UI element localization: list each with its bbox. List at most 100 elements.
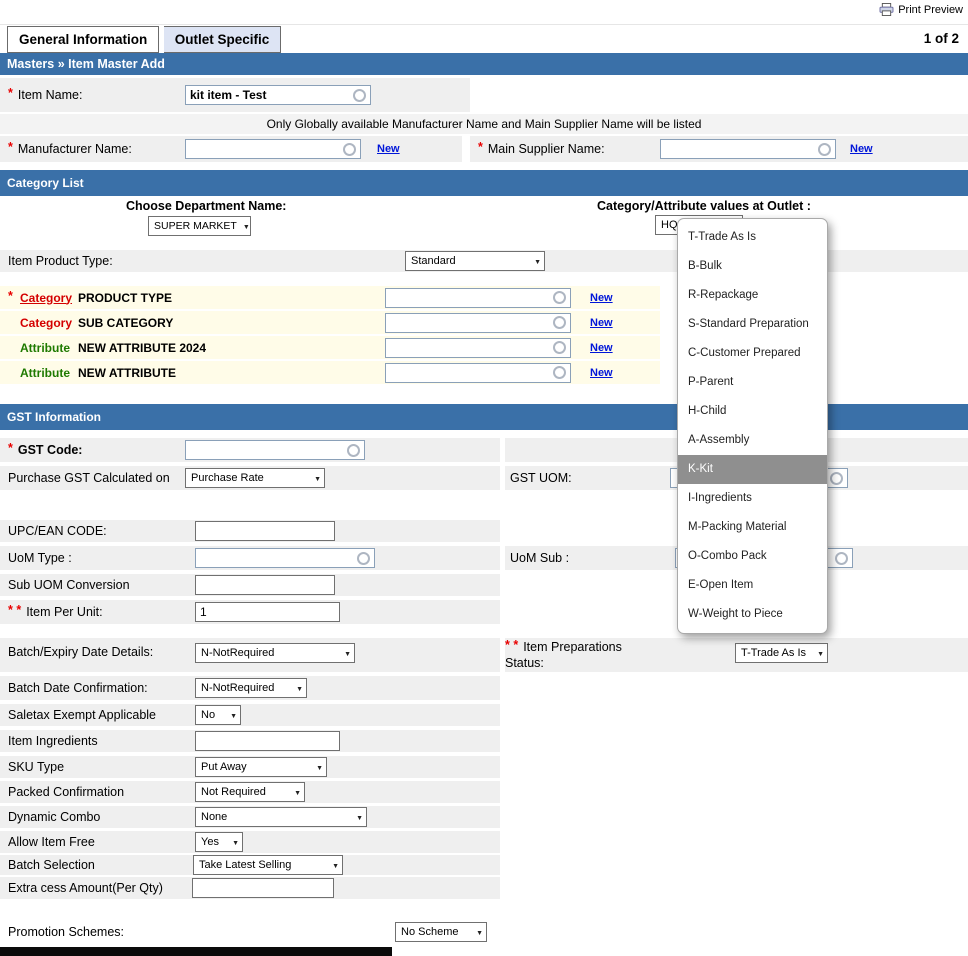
manufacturer-new-link[interactable]: New xyxy=(377,143,400,155)
purchase-gst-label: Purchase GST Calculated on xyxy=(8,471,170,485)
attribute-input[interactable] xyxy=(385,338,571,358)
upc-label: UPC/EAN CODE: xyxy=(8,524,107,538)
allow-item-free-select[interactable]: Yes xyxy=(195,832,243,852)
category-new-link[interactable]: New xyxy=(590,292,613,304)
lookup-icon[interactable] xyxy=(553,366,566,379)
batch-date-row: Batch Date Confirmation: N-NotRequired xyxy=(0,676,968,700)
chevron-down-icon xyxy=(230,709,237,721)
packed-confirmation-select[interactable]: Not Required xyxy=(195,782,305,802)
breadcrumb: Masters » Item Master Add xyxy=(0,53,968,75)
bottom-bar xyxy=(0,947,392,956)
lookup-icon[interactable] xyxy=(347,444,360,457)
item-prep-label: * *Item PreparationsStatus: xyxy=(505,639,730,671)
category-name: PRODUCT TYPE xyxy=(78,291,172,305)
extra-cess-row: Extra cess Amount(Per Qty) xyxy=(0,877,968,899)
dynamic-combo-row: Dynamic Combo None xyxy=(0,806,968,828)
promotion-schemes-select[interactable]: No Scheme xyxy=(395,922,487,942)
item-prep-label-line2: Status: xyxy=(505,656,544,670)
chevron-down-icon xyxy=(344,647,351,659)
sku-type-value: Put Away xyxy=(201,761,247,773)
dropdown-option[interactable]: S-Standard Preparation xyxy=(678,310,827,339)
dropdown-option[interactable]: W-Weight to Piece xyxy=(678,600,827,629)
dynamic-combo-value: None xyxy=(201,811,227,823)
manufacturer-label: * Manufacturer Name: xyxy=(8,142,132,156)
dropdown-option[interactable]: O-Combo Pack xyxy=(678,542,827,571)
tab-outlet-specific[interactable]: Outlet Specific xyxy=(164,26,282,53)
manufacturer-label-text: Manufacturer Name: xyxy=(18,142,132,156)
batch-selection-select[interactable]: Take Latest Selling xyxy=(193,855,343,875)
category-input[interactable] xyxy=(385,313,571,333)
attribute-new-link[interactable]: New xyxy=(590,342,613,354)
topbar: Print Preview xyxy=(0,0,968,25)
lookup-icon[interactable] xyxy=(343,143,356,156)
item-prep-select[interactable]: T-Trade As Is xyxy=(735,643,828,663)
required-marker: * xyxy=(8,140,13,154)
item-name-input[interactable]: kit item - Test xyxy=(185,85,371,105)
dropdown-option[interactable]: T-Trade As Is xyxy=(678,223,827,252)
chevron-down-icon xyxy=(232,836,239,848)
chevron-down-icon xyxy=(817,647,824,659)
promotion-schemes-value: No Scheme xyxy=(401,926,458,938)
lookup-icon[interactable] xyxy=(553,316,566,329)
upc-input[interactable] xyxy=(195,521,335,541)
item-ingredients-row: Item Ingredients xyxy=(0,730,968,752)
lookup-icon[interactable] xyxy=(553,341,566,354)
printer-icon xyxy=(879,3,894,16)
dropdown-option[interactable]: H-Child xyxy=(678,397,827,426)
uom-type-input[interactable] xyxy=(195,548,375,568)
attribute-kind: Attribute xyxy=(20,341,70,355)
gst-code-label-text: GST Code: xyxy=(18,443,83,457)
manufacturer-input[interactable] xyxy=(185,139,361,159)
allow-item-free-value: Yes xyxy=(201,836,219,848)
gst-code-input[interactable] xyxy=(185,440,365,460)
category-kind: Category xyxy=(20,291,72,305)
product-type-select[interactable]: Standard xyxy=(405,251,545,271)
item-ingredients-input[interactable] xyxy=(195,731,340,751)
dropdown-option[interactable]: M-Packing Material xyxy=(678,513,827,542)
item-per-unit-input[interactable]: 1 xyxy=(195,602,340,622)
chevron-down-icon xyxy=(332,859,339,871)
required-marker: * xyxy=(8,86,13,100)
tab-general-information[interactable]: General Information xyxy=(7,26,159,53)
lookup-icon[interactable] xyxy=(553,291,566,304)
sub-uom-input[interactable] xyxy=(195,575,335,595)
supplier-new-link[interactable]: New xyxy=(850,143,873,155)
department-select[interactable]: SUPER MARKET xyxy=(148,216,251,236)
required-marker: * xyxy=(8,441,13,455)
dropdown-option[interactable]: B-Bulk xyxy=(678,252,827,281)
product-type-label: Item Product Type: xyxy=(8,254,113,268)
lookup-icon[interactable] xyxy=(357,552,370,565)
attribute-new-link[interactable]: New xyxy=(590,367,613,379)
lookup-icon[interactable] xyxy=(818,143,831,156)
lookup-icon[interactable] xyxy=(830,472,843,485)
dropdown-option[interactable]: P-Parent xyxy=(678,368,827,397)
extra-cess-input[interactable] xyxy=(192,878,334,898)
lookup-icon[interactable] xyxy=(835,552,848,565)
print-preview-link[interactable]: Print Preview xyxy=(879,3,963,16)
batch-date-select[interactable]: N-NotRequired xyxy=(195,678,307,698)
dropdown-option[interactable]: I-Ingredients xyxy=(678,484,827,513)
item-name-label-text: Item Name: xyxy=(18,88,83,102)
supplier-input[interactable] xyxy=(660,139,836,159)
dropdown-option[interactable]: R-Repackage xyxy=(678,281,827,310)
department-value: SUPER MARKET xyxy=(154,220,237,232)
extra-cess-label: Extra cess Amount(Per Qty) xyxy=(8,881,163,895)
dropdown-option[interactable]: C-Customer Prepared xyxy=(678,339,827,368)
purchase-gst-select[interactable]: Purchase Rate xyxy=(185,468,325,488)
batch-expiry-row: Batch/Expiry Date Details: N-NotRequired… xyxy=(0,638,968,672)
dropdown-option[interactable]: E-Open Item xyxy=(678,571,827,600)
lookup-icon[interactable] xyxy=(353,89,366,102)
chevron-down-icon xyxy=(314,472,321,484)
category-name: SUB CATEGORY xyxy=(78,316,173,330)
category-new-link[interactable]: New xyxy=(590,317,613,329)
saletax-row: Saletax Exempt Applicable No xyxy=(0,704,968,726)
dynamic-combo-select[interactable]: None xyxy=(195,807,367,827)
attribute-input[interactable] xyxy=(385,363,571,383)
chevron-down-icon xyxy=(356,811,363,823)
sku-type-select[interactable]: Put Away xyxy=(195,757,327,777)
dropdown-option-highlighted[interactable]: K-Kit xyxy=(678,455,827,484)
dropdown-option[interactable]: A-Assembly xyxy=(678,426,827,455)
category-input[interactable] xyxy=(385,288,571,308)
batch-expiry-select[interactable]: N-NotRequired xyxy=(195,643,355,663)
saletax-select[interactable]: No xyxy=(195,705,241,725)
